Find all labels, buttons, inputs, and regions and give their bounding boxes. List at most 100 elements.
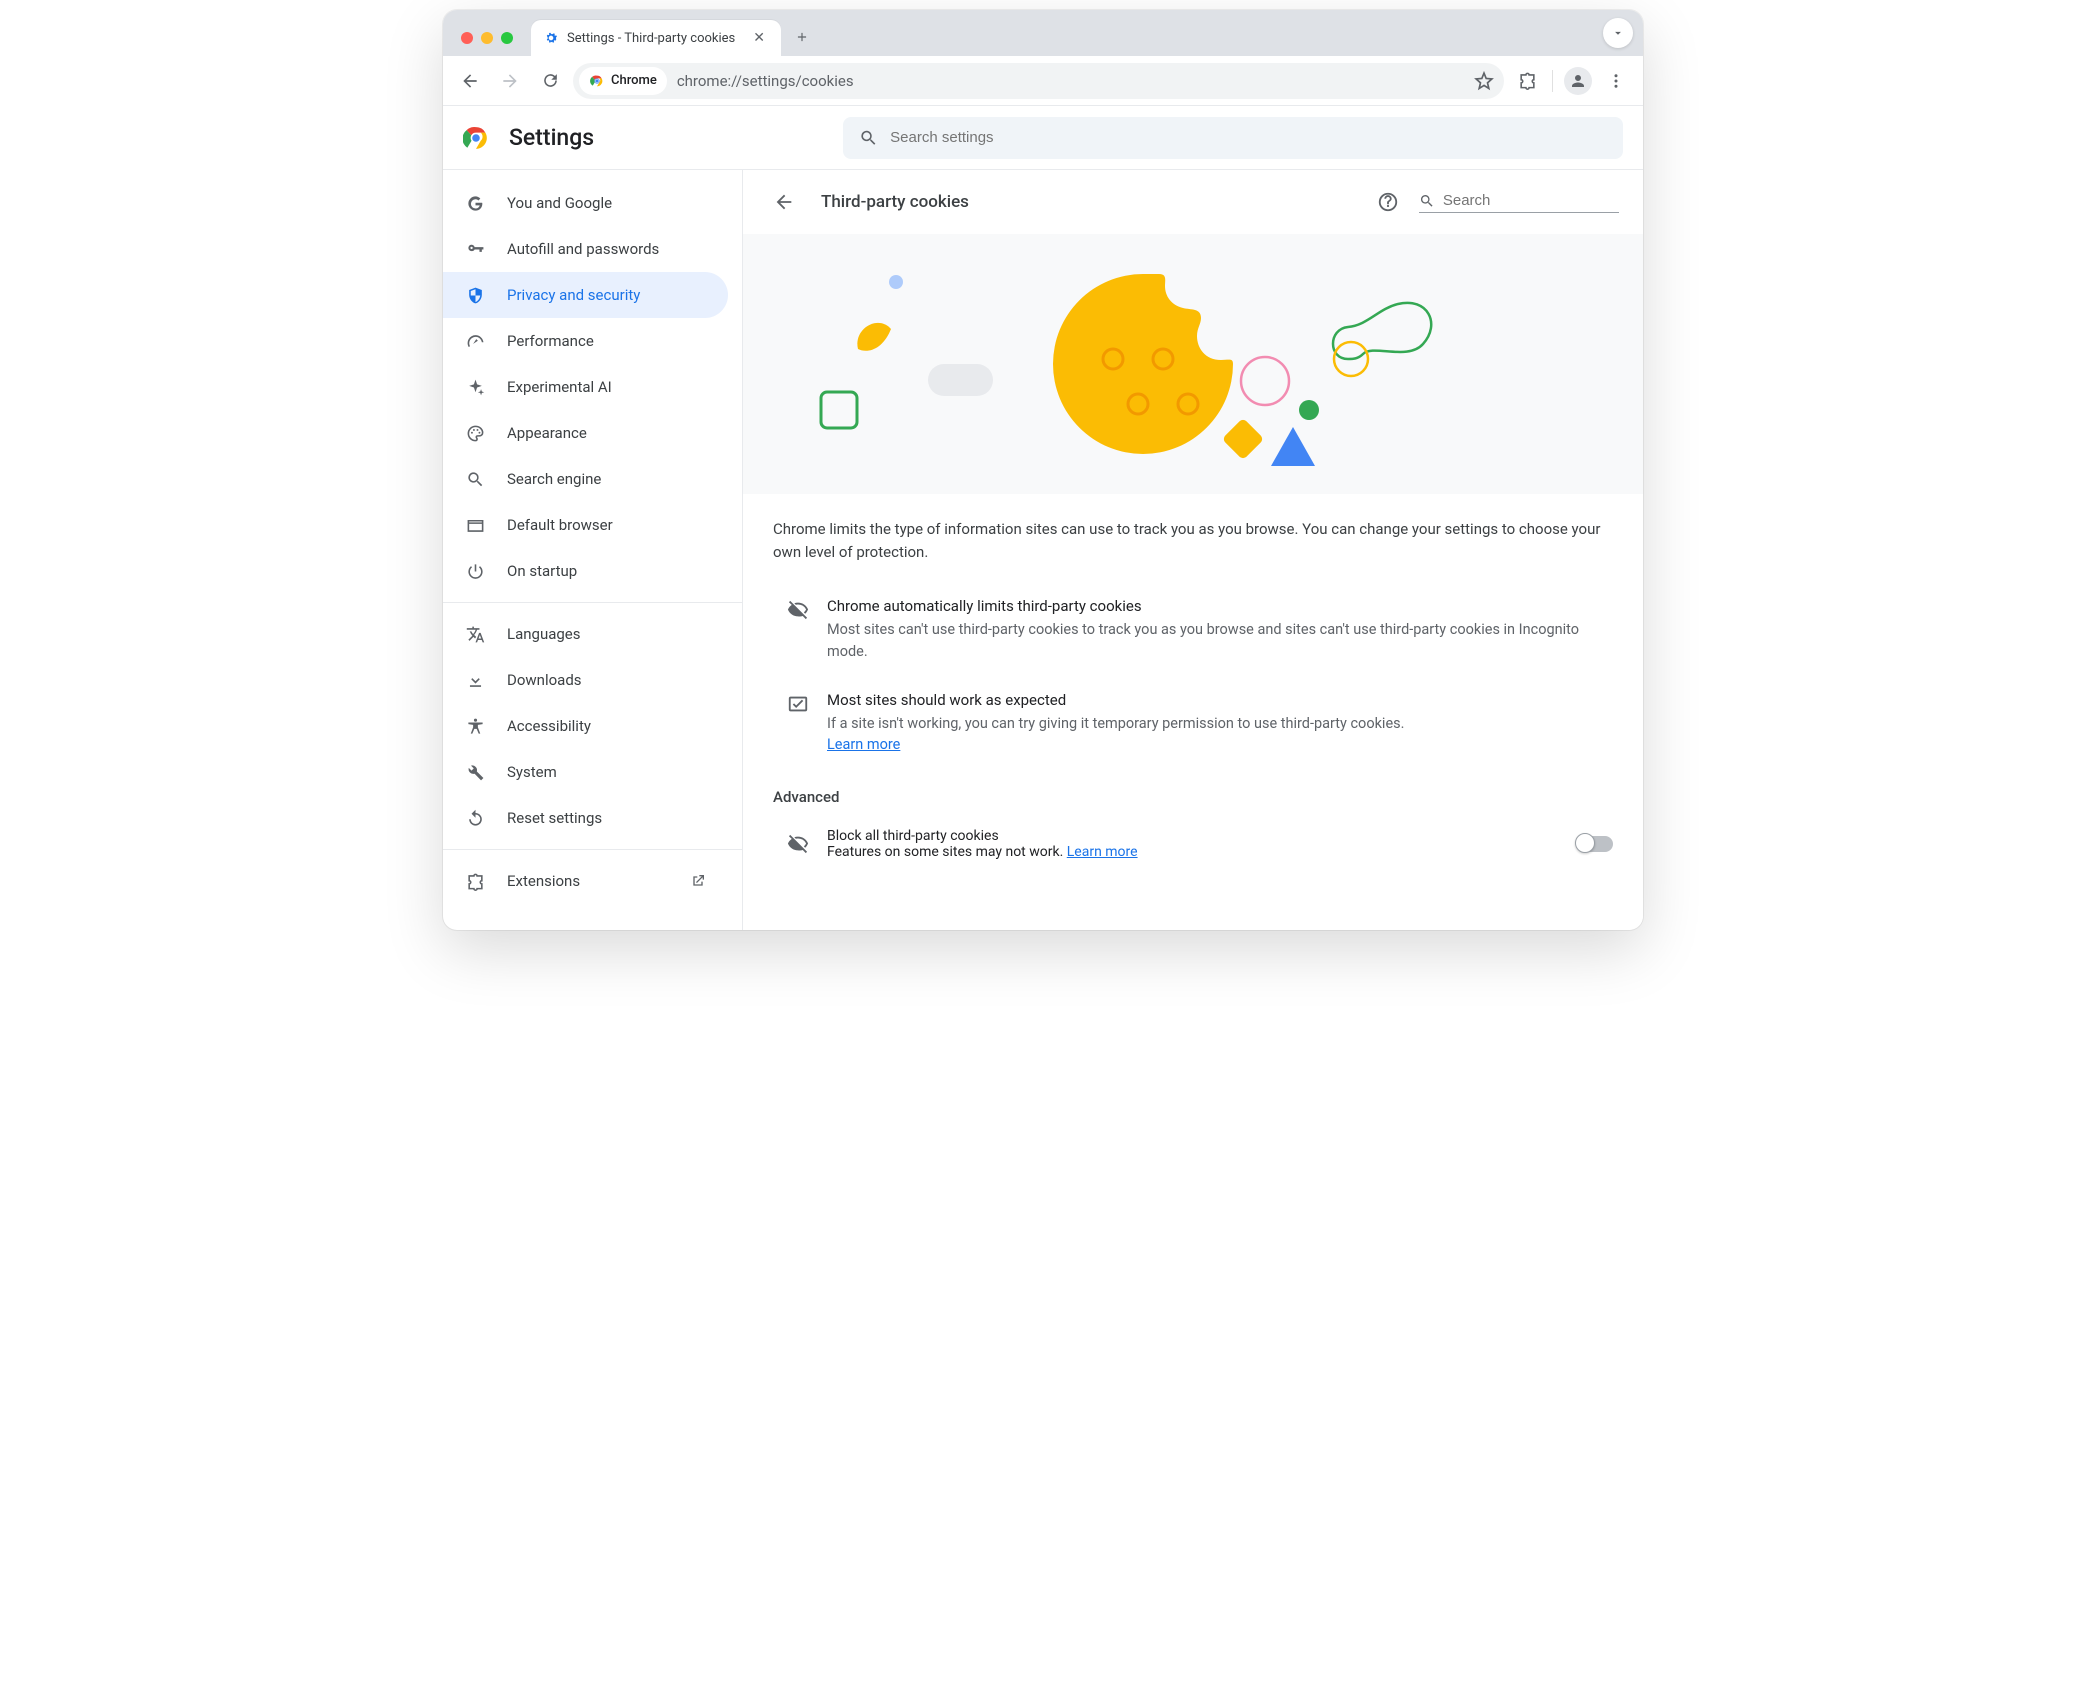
sidebar-item-on-startup[interactable]: On startup (443, 548, 728, 594)
tab-strip: Settings - Third-party cookies ✕ (443, 10, 1643, 56)
sidebar-item-label: On startup (507, 562, 577, 580)
sparkle-icon (465, 378, 485, 397)
sidebar-item-label: Accessibility (507, 717, 591, 735)
page-header: Third-party cookies (743, 170, 1643, 234)
sidebar-item-label: Languages (507, 625, 581, 643)
url-text: chrome://settings/cookies (677, 72, 854, 90)
inline-search-input[interactable] (1443, 192, 1619, 209)
reset-icon (465, 809, 485, 828)
sidebar-item-label: Autofill and passwords (507, 240, 659, 258)
sidebar-item-default-browser[interactable]: Default browser (443, 502, 728, 548)
sidebar-item-experimental-ai[interactable]: Experimental AI (443, 364, 728, 410)
row-title: Chrome automatically limits third-party … (827, 597, 1613, 615)
browser-tab[interactable]: Settings - Third-party cookies ✕ (531, 20, 781, 56)
back-arrow-button[interactable] (767, 185, 801, 219)
block-all-toggle[interactable] (1577, 836, 1613, 852)
close-window-button[interactable] (461, 32, 473, 44)
back-button[interactable] (453, 64, 487, 98)
key-icon (465, 240, 485, 259)
kebab-menu-button[interactable] (1599, 64, 1633, 98)
eye-off-icon (787, 599, 809, 663)
tab-overflow-button[interactable] (1603, 18, 1633, 48)
browser-toolbar: Chrome chrome://settings/cookies (443, 56, 1643, 106)
chip-label: Chrome (611, 73, 657, 88)
info-row-auto-limit: Chrome automatically limits third-party … (773, 583, 1613, 677)
learn-more-link[interactable]: Learn more (827, 736, 900, 753)
palette-icon (465, 424, 485, 443)
row-desc: Most sites can't use third-party cookies… (827, 619, 1613, 663)
eye-off-icon (787, 833, 809, 855)
help-icon[interactable] (1377, 191, 1399, 213)
fullscreen-window-button[interactable] (501, 32, 513, 44)
sidebar-item-reset[interactable]: Reset settings (443, 795, 728, 841)
forward-button[interactable] (493, 64, 527, 98)
advanced-label: Advanced (773, 788, 1613, 806)
new-tab-button[interactable] (787, 22, 817, 52)
search-settings-input[interactable] (890, 129, 1607, 146)
gauge-icon (465, 332, 485, 351)
info-row-should-work: Most sites should work as expected If a … (773, 677, 1613, 771)
sidebar-item-privacy[interactable]: Privacy and security (443, 272, 728, 318)
site-chip[interactable]: Chrome (579, 67, 667, 95)
sidebar-item-appearance[interactable]: Appearance (443, 410, 728, 456)
sidebar-item-autofill[interactable]: Autofill and passwords (443, 226, 728, 272)
minimize-window-button[interactable] (481, 32, 493, 44)
reload-button[interactable] (533, 64, 567, 98)
search-icon (859, 128, 878, 148)
accessibility-icon (465, 717, 485, 736)
download-icon (465, 671, 485, 690)
sidebar-item-label: Privacy and security (507, 286, 640, 304)
block-all-row: Block all third-party cookies Features o… (773, 814, 1613, 874)
main-content: Third-party cookies (743, 170, 1643, 930)
intro-text: Chrome limits the type of information si… (773, 518, 1613, 563)
sidebar-item-label: Performance (507, 332, 594, 350)
chrome-icon (589, 73, 605, 89)
search-icon (465, 470, 485, 489)
sidebar-item-label: Default browser (507, 516, 613, 534)
wrench-icon (465, 763, 485, 782)
profile-button[interactable] (1561, 64, 1595, 98)
tab-title: Settings - Third-party cookies (567, 31, 741, 46)
sidebar-item-label: Downloads (507, 671, 582, 689)
bookmark-star-icon[interactable] (1470, 67, 1498, 95)
extensions-button[interactable] (1510, 64, 1544, 98)
sidebar-item-label: Reset settings (507, 809, 602, 827)
sidebar-item-extensions[interactable]: Extensions (443, 858, 728, 904)
settings-header: Settings (443, 106, 1643, 170)
search-settings-box[interactable] (843, 117, 1623, 159)
row-title: Block all third-party cookies (827, 828, 1559, 844)
sidebar-item-search-engine[interactable]: Search engine (443, 456, 728, 502)
settings-title: Settings (509, 124, 594, 151)
window-controls (461, 32, 513, 44)
browser-window: Settings - Third-party cookies ✕ Chrome … (443, 10, 1643, 930)
inline-search[interactable] (1419, 192, 1619, 213)
checkbox-icon (787, 693, 809, 757)
sidebar-divider (443, 849, 742, 850)
search-icon (1419, 192, 1435, 210)
learn-more-link[interactable]: Learn more (1067, 844, 1138, 860)
sidebar-divider (443, 602, 742, 603)
sidebar-item-languages[interactable]: Languages (443, 611, 728, 657)
sidebar-item-you-and-google[interactable]: You and Google (443, 180, 728, 226)
sidebar-item-accessibility[interactable]: Accessibility (443, 703, 728, 749)
browser-icon (465, 516, 485, 535)
sidebar-item-label: Search engine (507, 470, 601, 488)
row-desc: If a site isn't working, you can try giv… (827, 715, 1404, 732)
sidebar-item-label: Appearance (507, 424, 587, 442)
puzzle-icon (465, 872, 485, 891)
separator (1552, 70, 1553, 92)
address-bar[interactable]: Chrome chrome://settings/cookies (573, 63, 1504, 99)
external-link-icon (690, 873, 706, 889)
close-tab-button[interactable]: ✕ (749, 28, 769, 48)
cookies-illustration (743, 234, 1643, 494)
row-title: Most sites should work as expected (827, 691, 1613, 709)
sidebar-item-label: Experimental AI (507, 378, 612, 396)
sidebar-item-system[interactable]: System (443, 749, 728, 795)
power-icon (465, 562, 485, 581)
shield-icon (465, 286, 485, 305)
page-title: Third-party cookies (821, 192, 969, 212)
sidebar-item-performance[interactable]: Performance (443, 318, 728, 364)
sidebar-item-downloads[interactable]: Downloads (443, 657, 728, 703)
gear-icon (543, 30, 559, 46)
row-desc: Features on some sites may not work. (827, 844, 1067, 860)
